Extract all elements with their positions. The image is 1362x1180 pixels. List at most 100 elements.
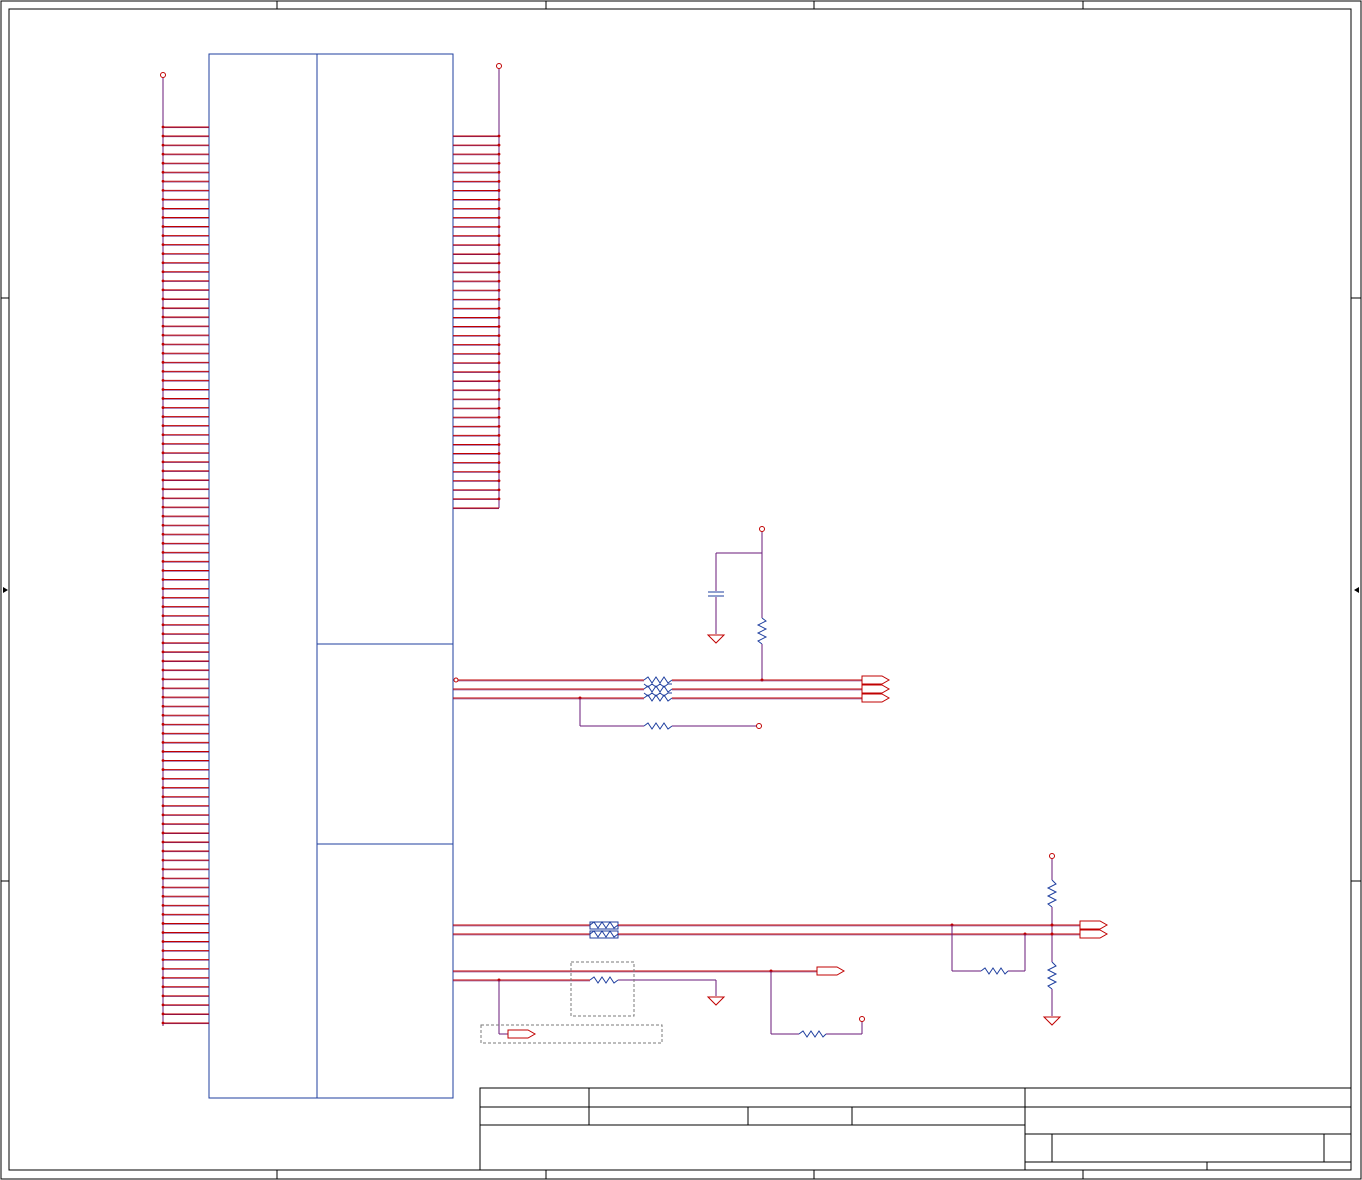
left-pin <box>161 587 209 590</box>
resistor-termination <box>980 967 1009 975</box>
left-pin <box>161 487 209 491</box>
output-port-single <box>816 966 846 976</box>
left-pin <box>161 741 209 744</box>
left-pin <box>161 170 209 174</box>
right-pin <box>453 361 501 365</box>
left-pin <box>161 677 209 681</box>
right-pin <box>453 507 499 510</box>
right-pin <box>453 170 501 174</box>
right-pin <box>453 415 501 419</box>
right-pin <box>453 161 501 165</box>
right-pin <box>453 261 501 265</box>
sheet-frame <box>0 0 1362 1180</box>
left-pin <box>161 397 209 400</box>
left-pin <box>161 695 209 699</box>
right-pin <box>453 434 501 437</box>
power-port-mid <box>759 526 765 532</box>
left-pin <box>161 460 209 464</box>
left-pin <box>161 424 209 428</box>
left-pin <box>161 623 209 627</box>
left-pin <box>161 379 209 382</box>
left-pin <box>161 252 209 256</box>
lower-circuit <box>453 853 1109 1044</box>
right-pin <box>453 279 501 283</box>
left-pin <box>161 795 209 799</box>
left-pin <box>161 161 209 165</box>
dnp-box <box>570 961 635 1017</box>
left-pin <box>161 903 209 907</box>
right-pin <box>453 424 501 428</box>
right-pin <box>453 325 501 328</box>
left-pin <box>161 650 209 654</box>
right-pin <box>453 198 501 201</box>
left-pin <box>161 750 209 753</box>
left-pin <box>161 1021 209 1025</box>
left-pin <box>161 216 209 219</box>
left-pin <box>161 478 209 482</box>
left-pin <box>161 722 209 726</box>
connector-body <box>208 53 454 1099</box>
left-pin <box>161 641 209 645</box>
right-pin <box>453 316 501 319</box>
right-pin <box>453 252 501 256</box>
left-pin <box>161 858 209 862</box>
left-pin <box>161 686 209 690</box>
left-pin <box>161 632 209 636</box>
right-pin <box>453 243 501 247</box>
left-pin <box>161 768 209 771</box>
left-pin <box>161 578 209 581</box>
left-pin <box>161 152 209 156</box>
right-pin <box>453 479 501 483</box>
left-power-port <box>160 72 166 1026</box>
left-pin <box>161 849 209 853</box>
left-pin <box>161 777 209 781</box>
right-pin <box>453 225 501 229</box>
right-pin <box>453 207 501 210</box>
left-pin <box>161 496 209 500</box>
left-pin <box>161 188 209 192</box>
right-pin <box>453 288 501 292</box>
left-pin <box>161 940 209 943</box>
left-pin <box>161 306 209 310</box>
left-pin <box>161 333 209 337</box>
left-pin <box>161 234 209 238</box>
left-pin <box>161 931 209 934</box>
left-pin <box>161 143 209 147</box>
left-pin <box>161 822 209 826</box>
left-pin <box>161 731 209 735</box>
right-power-port <box>496 63 502 508</box>
left-pin <box>161 433 209 437</box>
left-pin <box>161 804 209 808</box>
left-pin <box>161 279 209 283</box>
left-pin <box>161 125 209 129</box>
right-pin <box>453 270 501 274</box>
left-pin <box>161 560 209 563</box>
resistor-horizontal-mid <box>643 722 673 730</box>
left-pin <box>161 225 209 228</box>
left-pin <box>161 207 209 210</box>
power-port-low <box>1049 853 1055 859</box>
right-pin <box>453 370 501 374</box>
output-ports-low <box>1079 920 1109 939</box>
title-block <box>479 1087 1352 1171</box>
right-pin <box>453 406 501 410</box>
left-pin <box>161 759 209 762</box>
left-pin <box>161 523 209 527</box>
left-pin <box>161 1003 209 1007</box>
left-pin <box>161 261 209 265</box>
left-pin <box>161 885 209 889</box>
resistor-array-low <box>589 921 619 939</box>
right-pin <box>453 352 501 356</box>
left-pin <box>161 179 209 183</box>
left-pin <box>161 912 209 916</box>
left-pin <box>161 134 209 138</box>
left-pin <box>161 541 209 545</box>
resistor-dnp <box>589 976 619 984</box>
right-pin <box>453 134 501 138</box>
left-pin <box>161 985 209 989</box>
left-pin <box>161 297 209 301</box>
left-pin <box>161 532 209 536</box>
right-pin <box>453 152 501 156</box>
left-pin <box>161 949 209 952</box>
left-pin <box>161 867 209 871</box>
